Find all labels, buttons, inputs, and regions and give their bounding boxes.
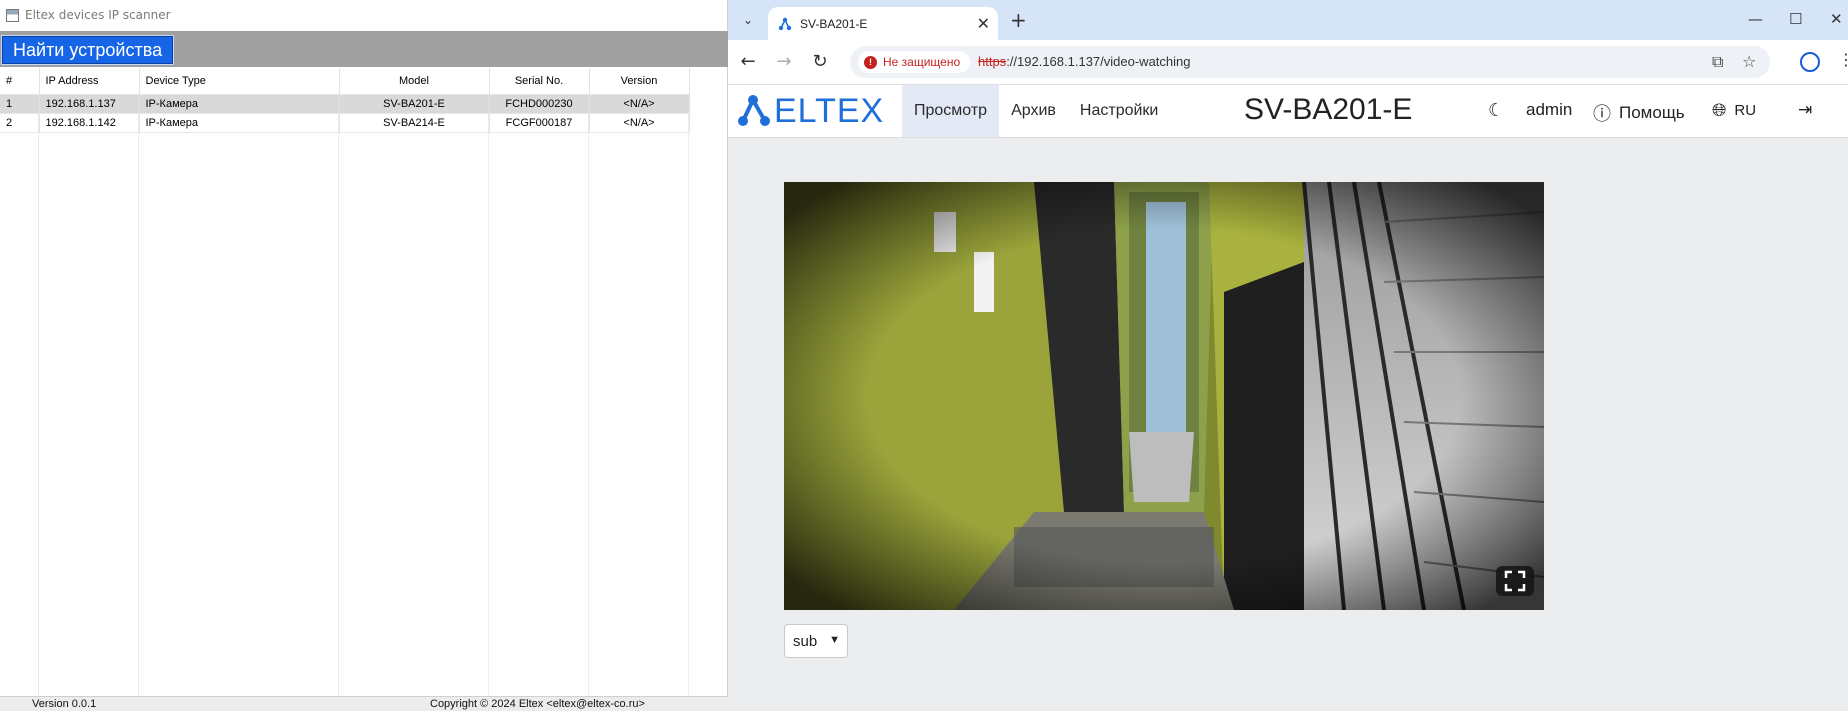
language-label: RU [1734,102,1757,119]
maximize-icon[interactable]: ☐ [1789,10,1802,28]
col-header-serial[interactable]: Serial No. [489,68,590,95]
table-row[interactable]: 2 192.168.1.142 IP-Камера SV-BA214-E FCG… [0,113,690,133]
url-protocol: https [978,54,1007,69]
cell-version: <N/A> [589,113,690,133]
not-secure-chip[interactable]: ! Не защищено [858,51,971,73]
col-header-num[interactable]: # [0,68,40,95]
page-header: ELTEX Просмотр Архив Настройки SV-BA201-… [728,85,1848,138]
stream-select[interactable]: sub ▼ [784,624,848,658]
window-close-icon[interactable]: ✕ [1830,10,1843,28]
translate-icon[interactable]: ⧉ [1712,52,1723,72]
bookmark-star-icon[interactable]: ☆ [1742,52,1756,71]
cell-model: SV-BA201-E [339,94,490,114]
nav-view[interactable]: Просмотр [902,85,1000,137]
eltex-favicon-icon [778,17,792,30]
url-text[interactable]: https://192.168.1.137/video-watching [978,54,1191,69]
scanner-statusbar: Version 0.0.1 Copyright © 2024 Eltex <el… [0,696,728,711]
cell-serial: FCGF000187 [489,113,590,133]
cell-model: SV-BA214-E [339,113,490,133]
globe-icon: 🌐︎ [1712,100,1727,120]
scanner-window-title: Eltex devices IP scanner [25,8,171,22]
cell-ip: 192.168.1.142 [39,113,140,133]
scanner-toolbar: Найти устройства [0,31,728,67]
cell-version: <N/A> [589,94,690,114]
grid-lines [0,68,727,696]
device-title: SV-BA201-E [1244,93,1413,126]
warning-icon: ! [864,55,877,69]
forward-arrow-icon[interactable]: → [772,51,796,72]
status-version: Version 0.0.1 [32,698,97,710]
scanner-titlebar: Eltex devices IP scanner [0,0,727,30]
main-nav: Просмотр Архив Настройки [902,85,1170,137]
reload-icon[interactable]: ↻ [808,51,832,72]
table-header-row: # IP Address Device Type Model Serial No… [0,68,690,95]
col-header-version[interactable]: Version [589,68,690,95]
eltex-logo[interactable]: ELTEX [738,92,893,132]
status-copyright: Copyright © 2024 Eltex <eltex@eltex-co.r… [430,698,645,710]
language-switch[interactable]: 🌐︎ RU [1712,100,1756,121]
stream-select-value: sub [793,632,818,650]
cell-serial: FCHD000230 [489,94,590,114]
tab-title: SV-BA201-E [800,16,868,31]
logo-text: ELTEX [774,92,885,130]
omnibox[interactable]: ! Не защищено https://192.168.1.137/vide… [850,46,1770,78]
cell-ip: 192.168.1.137 [39,94,140,114]
browser-window: ⌄ SV-BA201-E ✕ + — ☐ ✕ ← → ↻ ! Не защище… [728,0,1848,711]
moon-icon: ☾ [1488,100,1505,120]
address-bar: ← → ↻ ! Не защищено https://192.168.1.13… [728,40,1848,85]
not-secure-label: Не защищено [883,55,961,69]
ip-scanner-window: Eltex devices IP scanner Найти устройств… [0,0,728,711]
cell-num: 1 [0,94,40,114]
devices-table: # IP Address Device Type Model Serial No… [0,68,690,133]
new-tab-plus-icon[interactable]: + [1010,8,1027,32]
tab-strip: ⌄ SV-BA201-E ✕ + — ☐ ✕ [728,0,1848,40]
theme-toggle[interactable]: ☾ [1488,100,1512,121]
tab-search-chevron-icon[interactable]: ⌄ [736,9,760,31]
back-arrow-icon[interactable]: ← [736,51,760,72]
col-header-ip[interactable]: IP Address [39,68,140,95]
browser-tab[interactable]: SV-BA201-E ✕ [768,7,998,40]
help-label: Помощь [1619,103,1685,122]
cell-num: 2 [0,113,40,133]
web-page: ELTEX Просмотр Архив Настройки SV-BA201-… [728,85,1848,711]
more-menu-icon[interactable]: ⋮ [1838,50,1848,69]
logout-icon[interactable]: ⇥ [1798,100,1812,120]
col-header-type[interactable]: Device Type [139,68,340,95]
user-name[interactable]: admin [1526,100,1572,120]
table-row[interactable]: 1 192.168.1.137 IP-Камера SV-BA201-E FCH… [0,94,690,114]
help-link[interactable]: ⓘ Помощь [1593,100,1685,126]
cell-type: IP-Камера [139,94,340,114]
fullscreen-icon[interactable] [1496,566,1534,596]
find-devices-button[interactable]: Найти устройства [0,35,175,65]
minimize-icon[interactable]: — [1748,10,1763,28]
col-header-model[interactable]: Model [339,68,490,95]
nav-settings[interactable]: Настройки [1068,85,1170,137]
profile-avatar-icon[interactable] [1800,52,1820,72]
video-stream[interactable] [784,182,1544,610]
info-icon: ⓘ [1593,104,1611,124]
app-window-icon [6,8,19,22]
camera-frame-image [784,182,1544,610]
chevron-down-icon: ▼ [829,634,840,646]
cell-type: IP-Камера [139,113,340,133]
url-rest: ://192.168.1.137/video-watching [1006,54,1191,69]
tab-close-icon[interactable]: ✕ [977,14,990,34]
nav-archive[interactable]: Архив [999,85,1068,137]
